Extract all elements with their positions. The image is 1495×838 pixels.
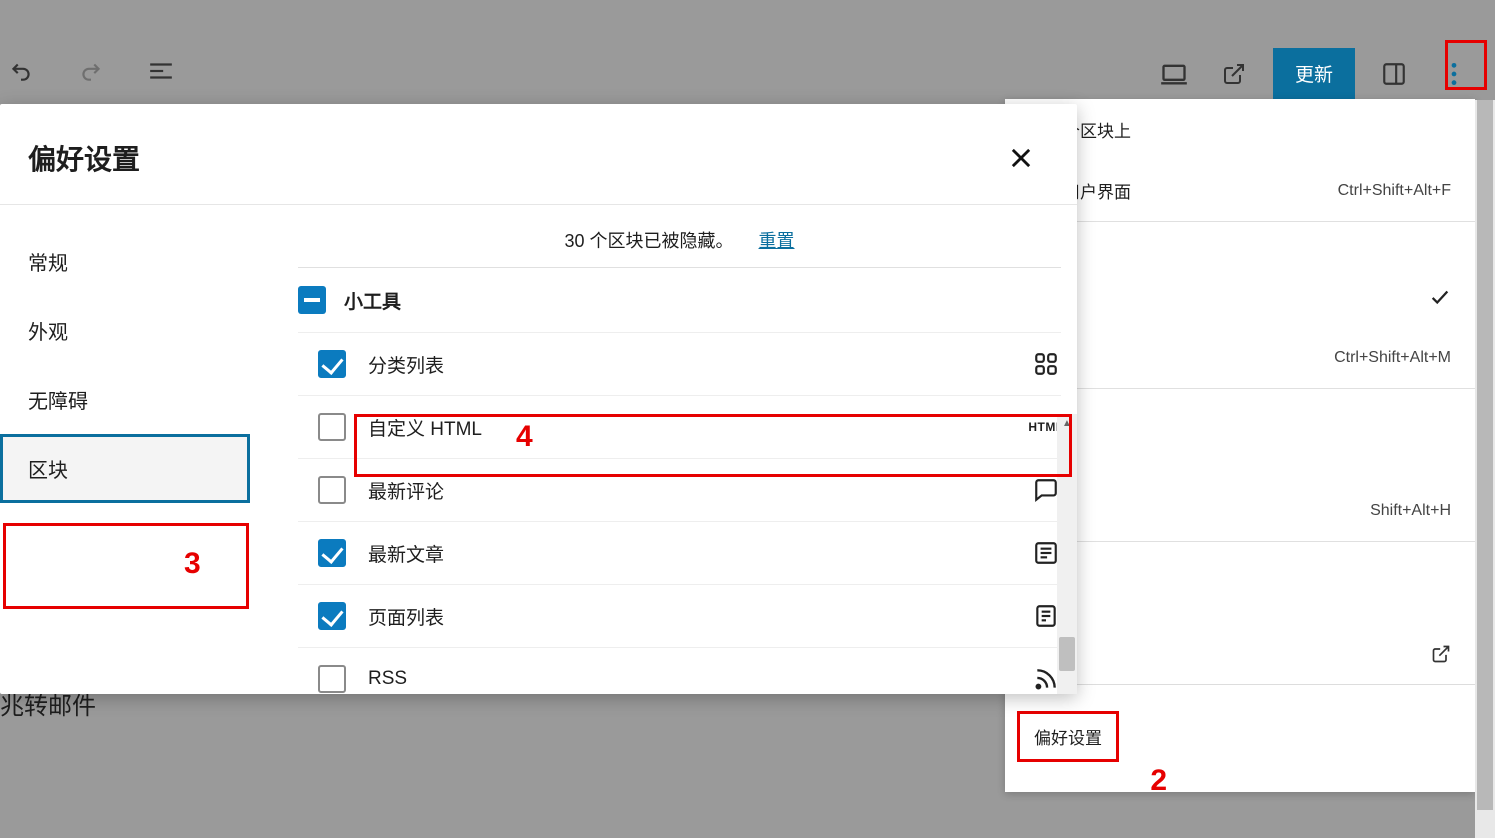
modal-title: 偏好设置 (28, 138, 140, 178)
prefs-sidebar: 常规 外观 无障碍 区块 (0, 205, 250, 694)
block-row-latest-comments[interactable]: 最新评论 (298, 458, 1061, 521)
dd-row-preferences[interactable]: 偏好设置 (1005, 684, 1475, 792)
checkbox[interactable] (318, 539, 346, 567)
sidebar-item-accessibility[interactable]: 无障碍 (0, 365, 250, 434)
block-label: 最新文章 (368, 540, 444, 567)
block-label: 页面列表 (368, 603, 444, 630)
toolbar-right-group: 更新 (1153, 48, 1475, 99)
block-label: RSS (368, 668, 407, 690)
checkbox[interactable] (318, 476, 346, 504)
scrollbar-thumb[interactable] (1477, 100, 1493, 810)
settings-panel-toggle-icon[interactable] (1373, 53, 1415, 95)
redo-icon[interactable] (70, 50, 112, 92)
modal-header: 偏好设置 (0, 104, 1077, 204)
close-icon[interactable] (1003, 140, 1039, 176)
block-row-rss[interactable]: RSS (298, 647, 1061, 694)
checkbox[interactable] (318, 602, 346, 630)
undo-icon[interactable] (0, 50, 42, 92)
block-label: 自定义 HTML (368, 414, 482, 441)
block-row-custom-html[interactable]: 自定义 HTML HTML (298, 395, 1061, 458)
sidebar-item-general[interactable]: 常规 (0, 227, 250, 296)
block-row-latest-posts[interactable]: 最新文章 (298, 521, 1061, 584)
toolbar-left-group (0, 50, 182, 92)
block-row-page-list[interactable]: 页面列表 (298, 584, 1061, 647)
external-link-icon[interactable] (1213, 53, 1255, 95)
document-outline-icon[interactable] (140, 50, 182, 92)
page-scrollbar[interactable] (1475, 100, 1495, 838)
dd-label: 偏好设置 (1034, 729, 1102, 748)
notice-text: 30 个区块已被隐藏。 (564, 231, 733, 251)
block-row-categories[interactable]: 分类列表 (298, 332, 1061, 395)
annotation-num-4: 4 (516, 420, 533, 454)
preferences-modal: 偏好设置 常规 外观 无障碍 区块 3 30 个区块已被隐藏。 重置 小工具 (0, 104, 1077, 694)
hidden-blocks-notice: 30 个区块已被隐藏。 重置 (298, 205, 1061, 267)
editor-topbar: 更新 (0, 0, 1495, 100)
grid-icon (1031, 349, 1061, 379)
dd-shortcut: Ctrl+Shift+Alt+F (1338, 182, 1451, 200)
sidebar-item-appearance[interactable]: 外观 (0, 296, 250, 365)
checkbox-indeterminate-icon[interactable] (298, 286, 326, 314)
desktop-view-icon[interactable] (1153, 53, 1195, 95)
dd-shortcut: Shift+Alt+H (1370, 502, 1451, 520)
modal-body: 常规 外观 无障碍 区块 3 30 个区块已被隐藏。 重置 小工具 (0, 205, 1077, 694)
checkbox[interactable] (318, 413, 346, 441)
checkbox[interactable] (318, 350, 346, 378)
section-widgets[interactable]: 小工具 (298, 268, 1061, 332)
block-label: 最新评论 (368, 477, 444, 504)
update-button[interactable]: 更新 (1273, 48, 1355, 99)
scroll-up-icon[interactable]: ▲ (1057, 414, 1077, 432)
check-icon (1429, 286, 1451, 308)
reset-link[interactable]: 重置 (759, 231, 795, 251)
sidebar-item-blocks[interactable]: 区块 (0, 434, 250, 503)
annotation-num-2: 2 (1150, 764, 1167, 798)
external-link-icon (1431, 644, 1451, 664)
dd-shortcut: Ctrl+Shift+Alt+M (1334, 349, 1451, 367)
prefs-content: 30 个区块已被隐藏。 重置 小工具 分类列表 (250, 205, 1077, 694)
block-label: 分类列表 (368, 351, 444, 378)
content-scrollbar[interactable]: ▲ (1057, 414, 1077, 694)
scrollbar-thumb[interactable] (1059, 637, 1075, 671)
annotation-box-1 (1445, 40, 1487, 90)
checkbox[interactable] (318, 665, 346, 693)
annotation-num-3: 3 (184, 547, 201, 581)
section-title: 小工具 (344, 287, 401, 314)
